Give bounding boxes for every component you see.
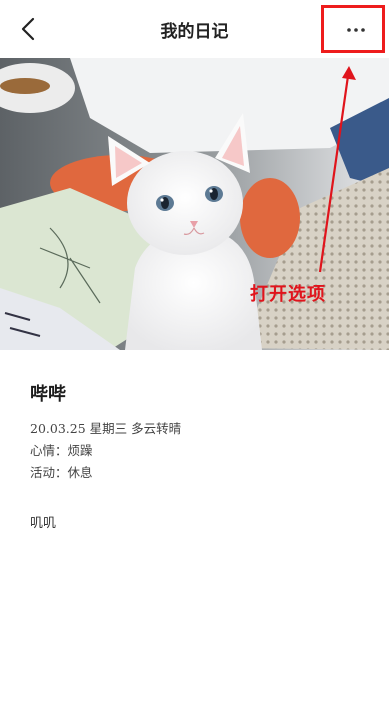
entry-mood: 心情：烦躁 [30, 443, 93, 458]
entry-activity: 活动：休息 [30, 465, 93, 480]
more-options-button[interactable] [321, 5, 385, 53]
top-bar: 我的日记 [0, 0, 389, 58]
diary-cover-image [0, 58, 389, 350]
entry-date-weather: 20.03.25 星期三 多云转晴 [30, 421, 182, 436]
annotation-label: 打开选项 [250, 284, 326, 305]
diary-entry: 哔哔 20.03.25 星期三 多云转晴 心情：烦躁 活动：休息 叽叽 [30, 380, 181, 531]
entry-title: 哔哔 [30, 384, 66, 405]
more-horizontal-icon [347, 28, 365, 32]
entry-content: 叽叽 [30, 516, 57, 531]
white-kitten-photo [0, 58, 389, 350]
